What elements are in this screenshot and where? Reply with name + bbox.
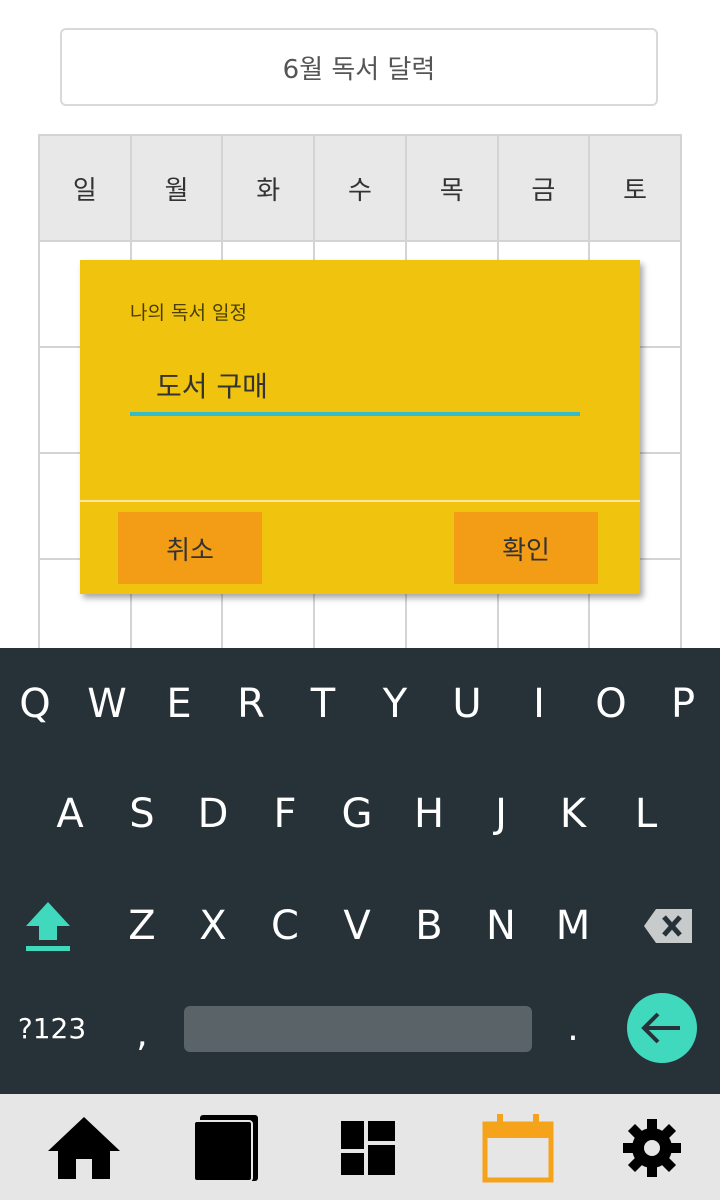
bottom-navigation [0, 1094, 720, 1200]
key-s[interactable]: S [110, 764, 174, 864]
key-k[interactable]: K [541, 764, 605, 864]
page-title: 6월 독서 달력 [60, 28, 658, 106]
key-j[interactable]: J [469, 764, 533, 864]
key-p[interactable]: P [651, 654, 715, 754]
backspace-key[interactable] [636, 876, 700, 976]
enter-arrow-icon [641, 1012, 680, 1044]
on-screen-keyboard: Q W E R T Y U I O P A S D F G H J K L Z … [0, 648, 720, 1094]
cancel-button[interactable]: 취소 [118, 512, 262, 584]
nav-settings[interactable] [612, 1112, 692, 1184]
key-m[interactable]: M [541, 876, 605, 976]
key-w[interactable]: W [75, 654, 139, 754]
weekday-header-row: 일 월 화 수 목 금 토 [38, 134, 682, 242]
key-h[interactable]: H [397, 764, 461, 864]
key-y[interactable]: Y [363, 654, 427, 754]
key-n[interactable]: N [469, 876, 533, 976]
weekday-sun: 일 [38, 134, 132, 242]
key-c[interactable]: C [253, 876, 317, 976]
nav-books[interactable] [186, 1112, 266, 1184]
key-i[interactable]: I [507, 654, 571, 754]
key-f[interactable]: F [253, 764, 317, 864]
calendar-icon [482, 1114, 554, 1183]
weekday-mon: 월 [129, 134, 224, 242]
book-icon [193, 1115, 258, 1182]
weekday-fri: 금 [496, 134, 591, 242]
dialog-label: 나의 독서 일정 [130, 302, 247, 324]
nav-home[interactable] [44, 1112, 124, 1184]
key-a[interactable]: A [38, 764, 102, 864]
key-e[interactable]: E [147, 654, 211, 754]
home-icon [48, 1117, 120, 1179]
weekday-sat: 토 [588, 134, 682, 242]
ok-button[interactable]: 확인 [454, 512, 598, 584]
key-u[interactable]: U [435, 654, 499, 754]
nav-dashboard[interactable] [328, 1112, 408, 1184]
schedule-input[interactable] [130, 358, 580, 416]
key-q[interactable]: Q [3, 654, 67, 754]
nav-calendar[interactable] [478, 1112, 558, 1184]
dialog-divider [80, 500, 640, 502]
key-o[interactable]: O [579, 654, 643, 754]
reading-schedule-dialog: 나의 독서 일정 취소 확인 [80, 260, 640, 594]
weekday-wed: 수 [313, 134, 407, 242]
shift-key[interactable] [16, 876, 80, 976]
key-v[interactable]: V [325, 876, 389, 976]
key-r[interactable]: R [219, 654, 283, 754]
symbols-key[interactable]: ?123 [12, 978, 92, 1078]
period-key[interactable]: . [541, 978, 605, 1078]
comma-key[interactable]: , [110, 984, 174, 1084]
key-d[interactable]: D [181, 764, 245, 864]
dashboard-icon [341, 1121, 395, 1175]
key-g[interactable]: G [325, 764, 389, 864]
key-l[interactable]: L [614, 764, 678, 864]
key-z[interactable]: Z [110, 876, 174, 976]
enter-key[interactable] [627, 993, 697, 1063]
key-t[interactable]: T [291, 654, 355, 754]
key-x[interactable]: X [181, 876, 245, 976]
weekday-thu: 목 [404, 134, 499, 242]
shift-up-arrow-icon [26, 902, 70, 951]
gear-icon [623, 1119, 681, 1177]
key-b[interactable]: B [397, 876, 461, 976]
weekday-tue: 화 [221, 134, 316, 242]
space-bar[interactable] [184, 1006, 532, 1052]
backspace-icon [644, 909, 692, 943]
